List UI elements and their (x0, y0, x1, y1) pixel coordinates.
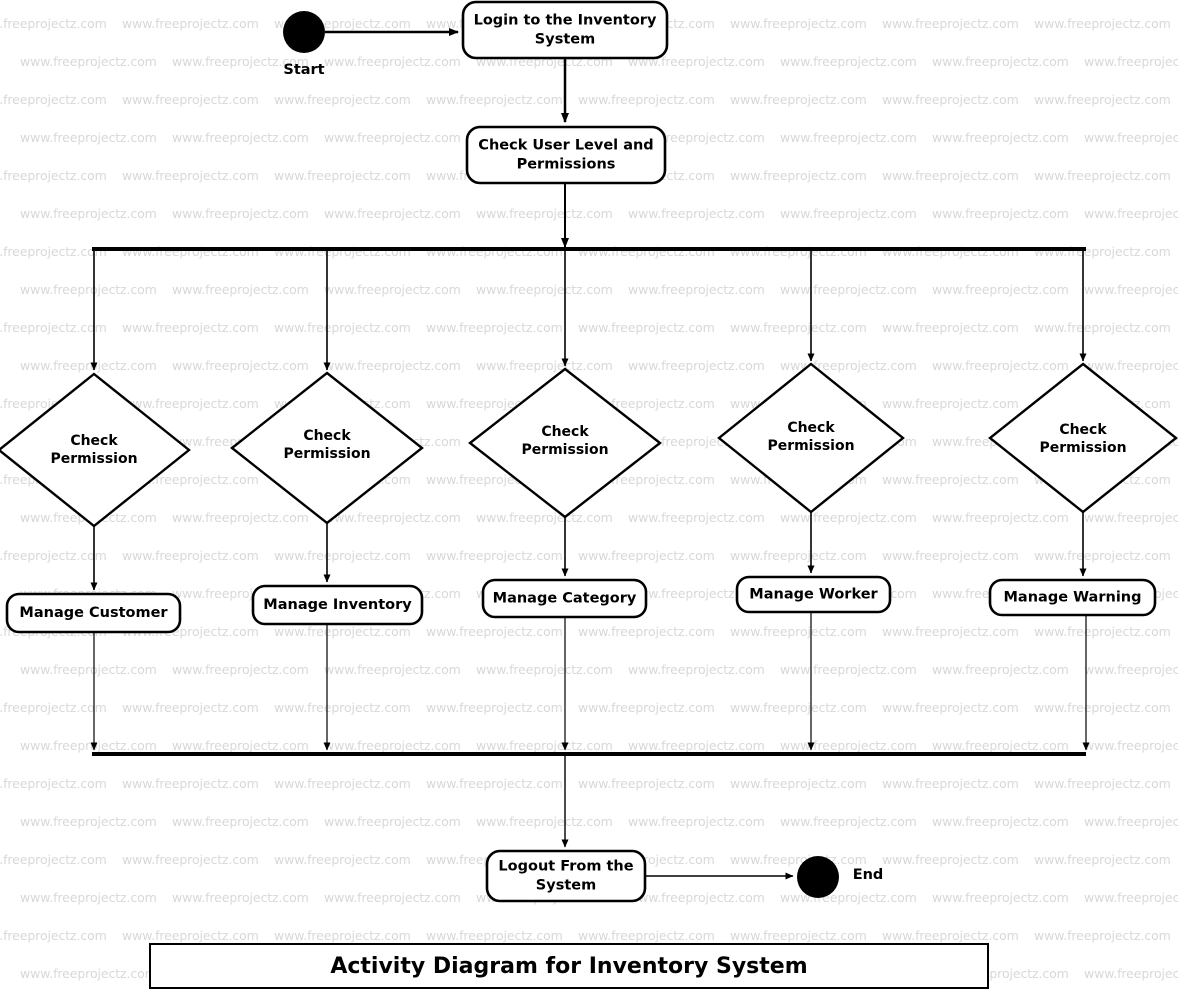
diagram-title: Activity Diagram for Inventory System (330, 954, 807, 979)
join-bar (92, 752, 1086, 756)
logout-action[interactable]: Logout From the System (485, 849, 647, 903)
decision-check-permission-warning[interactable]: Check Permission (988, 362, 1178, 514)
decision-check-permission-customer[interactable]: Check Permission (0, 372, 191, 528)
activity-diagram-canvas: www.freeprojectz.comwww.freeprojectz.com… (0, 0, 1178, 994)
activity-diagram: Check Permission Check Permission Check Permi… (0, 0, 1178, 989)
action-label: Manage Inventory (263, 597, 412, 613)
end-node-circle (797, 856, 839, 898)
decision-check-permission-worker[interactable]: Check Permission (717, 362, 905, 514)
manage-inventory-action[interactable]: Manage Inventory (251, 584, 424, 626)
end-node-label: End (853, 867, 884, 883)
start-node-label: Start (283, 62, 324, 78)
login-action[interactable]: Login to the Inventory System (461, 0, 669, 60)
title-bar-group: Activity Diagram for Inventory System (149, 943, 989, 989)
decision-check-permission-category[interactable]: Check Permission (468, 367, 662, 519)
end-node[interactable]: End (797, 856, 883, 898)
check-user-level-action[interactable]: Check User Level and Permissions (465, 125, 667, 185)
action-label: Manage Category (493, 591, 637, 607)
action-label: Manage Customer (19, 605, 168, 621)
start-node[interactable]: Start (283, 11, 325, 78)
action-label: Manage Worker (749, 587, 878, 603)
manage-warning-action[interactable]: Manage Warning (988, 578, 1157, 617)
start-node-circle (283, 11, 325, 53)
fork-join-bars-group (92, 247, 1086, 756)
decision-diamond-shape (0, 372, 191, 528)
manage-worker-action[interactable]: Manage Worker (735, 575, 892, 614)
manage-customer-action[interactable]: Manage Customer (5, 592, 182, 634)
manage-category-action[interactable]: Manage Category (481, 578, 648, 619)
decision-check-permission-inventory[interactable]: Check Permission (230, 371, 424, 525)
fork-bar (92, 247, 1086, 251)
action-label: Manage Warning (1004, 590, 1142, 606)
decision-nodes-group: Check Permission Check Permission Check Permi… (0, 362, 1178, 528)
action-box-shape (461, 0, 669, 60)
decision-diamond-shape (988, 362, 1178, 514)
action-box-shape (465, 125, 667, 185)
